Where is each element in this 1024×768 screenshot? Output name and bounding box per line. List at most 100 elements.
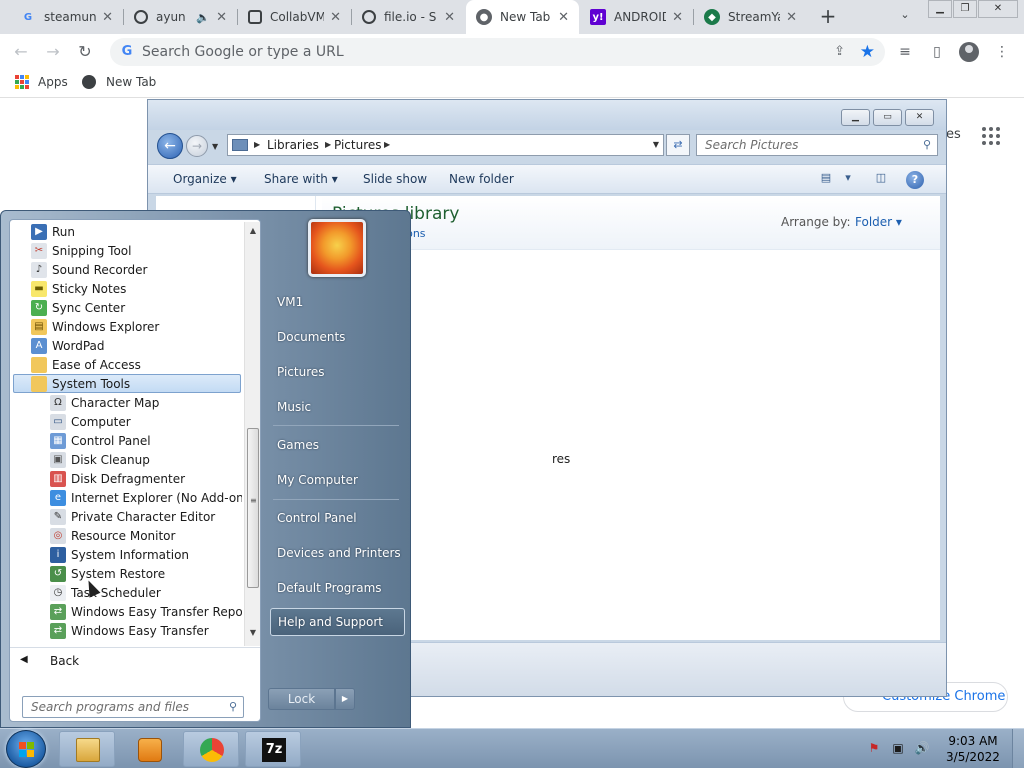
start-right-pictures[interactable]: Pictures [277,365,325,379]
program-item-windows-easy-transfer[interactable]: ⇄ Windows Easy Transfer [50,621,209,640]
arrange-by-dropdown[interactable]: Folder ▾ [855,215,902,229]
forward-button[interactable]: → [41,40,65,64]
help-icon[interactable]: ? [906,171,924,189]
tab-streamyard[interactable]: ◆ StreamYa ✕ [694,0,807,34]
new-folder-button[interactable]: New folder [449,172,514,186]
start-right-games[interactable]: Games [277,438,319,452]
new-tab-button[interactable]: + [816,5,840,29]
explorer-back-button[interactable]: ← [157,133,183,159]
program-item-system-information[interactable]: i System Information [50,545,189,564]
program-item-resource-monitor[interactable]: ◎ Resource Monitor [50,526,175,545]
media-control-icon[interactable]: ≡ [895,42,915,62]
breadcrumb-arrow-icon[interactable]: ▶ [254,138,260,152]
program-item-system-restore[interactable]: ↺ System Restore [50,564,165,583]
program-list-scrollbar[interactable]: ▲ ≡ ▼ [244,222,260,646]
program-item-character-map[interactable]: Ω Character Map [50,393,159,412]
slide-show-button[interactable]: Slide show [363,172,427,186]
explorer-close-button[interactable]: ✕ [905,109,934,126]
shutdown-options-arrow-icon[interactable]: ▶ [335,688,355,710]
taskbar-chrome-button[interactable] [183,731,239,767]
address-dropdown-icon[interactable]: ▼ [653,140,659,149]
explorer-minimize-button[interactable]: ▁ [841,109,870,126]
refresh-button[interactable]: ⇄ [666,134,690,156]
close-icon[interactable]: ✕ [444,10,455,25]
chrome-minimize-button[interactable]: ▁ [928,0,952,18]
program-item-computer[interactable]: ▭ Computer [50,412,131,431]
lock-button[interactable]: Lock [268,688,335,710]
close-icon[interactable]: ✕ [102,10,113,25]
tab-android[interactable]: y! ANDROID ✕ [580,0,693,34]
organize-button[interactable]: Organize ▾ [173,172,237,186]
program-item-wordpad[interactable]: A WordPad [31,336,105,355]
show-desktop-button[interactable] [1012,729,1024,768]
start-orb-icon[interactable] [6,730,46,768]
program-item-ease-of-access[interactable]: Ease of Access [31,355,141,374]
start-right-default-programs[interactable]: Default Programs [277,581,382,595]
audio-icon[interactable]: 🔈 [196,11,210,24]
side-panel-icon[interactable]: ▯ [927,42,947,62]
tab-ayun[interactable]: ayun 🔈 ✕ [124,0,237,34]
reload-button[interactable]: ↻ [73,40,97,64]
address-bar[interactable]: ▶ Libraries ▶ Pictures ▶ ▼ [227,134,664,156]
action-center-icon[interactable]: ⚑ [866,741,882,757]
program-item-internet-explorer-no-add-ons[interactable]: e Internet Explorer (No Add-ons) [50,488,242,507]
bookmark-star-icon[interactable]: ★ [860,42,875,62]
scroll-down-arrow-icon[interactable]: ▼ [247,628,259,640]
program-item-sticky-notes[interactable]: ▬ Sticky Notes [31,279,126,298]
program-item-sound-recorder[interactable]: ♪ Sound Recorder [31,260,147,279]
program-item-sync-center[interactable]: ↻ Sync Center [31,298,125,317]
omnibox[interactable]: G Search Google or type a URL ⇪ ★ [110,38,885,66]
scroll-up-arrow-icon[interactable]: ▲ [247,226,259,238]
volume-icon[interactable]: 🔊 [914,741,930,757]
explorer-maximize-button[interactable]: ▭ [873,109,902,126]
taskbar-explorer-button[interactable] [59,731,115,767]
view-options-icon[interactable]: ▤ [818,171,834,187]
program-item-snipping-tool[interactable]: ✂ Snipping Tool [31,241,131,260]
program-item-disk-cleanup[interactable]: ▣ Disk Cleanup [50,450,150,469]
breadcrumb-libraries[interactable]: Libraries [267,138,319,152]
close-icon[interactable]: ✕ [786,10,797,25]
program-item-system-tools[interactable]: System Tools [13,374,241,393]
tab-new-tab[interactable]: ● New Tab ✕ [466,0,579,34]
program-item-control-panel[interactable]: ▦ Control Panel [50,431,151,450]
preview-pane-icon[interactable]: ◫ [873,171,889,187]
start-right-devices-printers[interactable]: Devices and Printers [277,546,401,560]
google-apps-icon[interactable] [982,127,1000,145]
scrollbar-thumb[interactable]: ≡ [247,428,259,588]
tab-collabvm[interactable]: CollabVM ✕ [238,0,351,34]
share-with-button[interactable]: Share with ▾ [264,172,338,186]
tab-steamun[interactable]: G steamun ✕ [10,0,123,34]
recent-pages-dropdown[interactable]: ▼ [212,142,218,151]
program-item-run[interactable]: ▶ Run [31,222,75,241]
breadcrumb-arrow-icon[interactable]: ▶ [384,138,390,152]
chrome-close-button[interactable]: ✕ [978,0,1018,18]
start-right-control-panel[interactable]: Control Panel [277,511,357,525]
bookmark-new-tab[interactable]: New Tab [82,75,156,89]
network-icon[interactable]: ▣ [890,741,906,757]
chrome-menu-icon[interactable]: ⋮ [992,42,1012,62]
explorer-search-input[interactable]: Search Pictures ⚲ [696,134,938,156]
start-right-vm1[interactable]: VM1 [277,295,303,309]
close-icon[interactable]: ✕ [330,10,341,25]
chrome-restore-button[interactable]: ❐ [953,0,977,18]
bookmark-apps[interactable]: Apps [15,75,68,89]
program-item-private-character-editor[interactable]: ✎ Private Character Editor [50,507,215,526]
program-item-windows-easy-transfer-reports[interactable]: ⇄ Windows Easy Transfer Reports [50,602,242,621]
program-item-disk-defragmenter[interactable]: ▥ Disk Defragmenter [50,469,185,488]
tab-search-button[interactable]: ⌄ [896,8,914,26]
user-picture[interactable] [308,219,366,277]
start-right-documents[interactable]: Documents [277,330,345,344]
close-icon[interactable]: ✕ [672,10,683,25]
profile-avatar-icon[interactable] [959,42,979,62]
explorer-titlebar[interactable]: ▁ ▭ ✕ [148,100,946,130]
program-item-windows-explorer[interactable]: ▤ Windows Explorer [31,317,159,336]
program-item-task-scheduler[interactable]: ◷ Task Scheduler [50,583,161,602]
taskbar-clock[interactable]: 9:03 AM 3/5/2022 [934,733,1012,765]
taskbar-media-player-button[interactable] [121,731,177,767]
back-button[interactable]: ← [9,40,33,64]
share-icon[interactable]: ⇪ [834,44,845,59]
back-button[interactable]: ◀ Back [10,647,260,673]
start-right-help-support[interactable]: Help and Support [270,608,405,636]
explorer-forward-button[interactable]: → [186,135,208,157]
close-icon[interactable]: ✕ [558,10,569,25]
